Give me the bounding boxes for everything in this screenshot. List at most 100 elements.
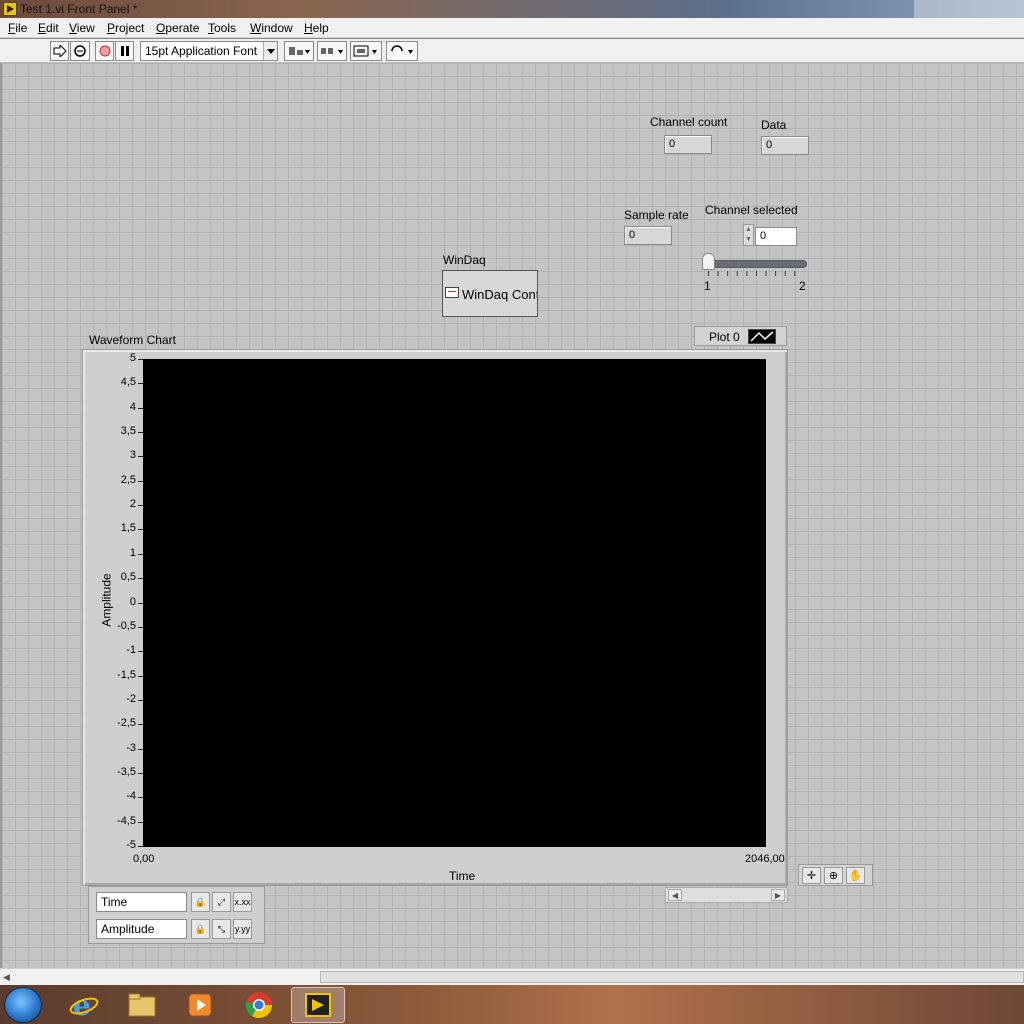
x-scale-name[interactable]: Time	[96, 892, 187, 912]
run-continuously-icon[interactable]	[70, 41, 90, 61]
y-tick-mark	[138, 407, 143, 409]
y-tick-mark	[138, 383, 143, 385]
reorder-icon[interactable]	[386, 41, 418, 61]
y-tick-label: 3	[129, 449, 136, 462]
x-format-icon[interactable]: x.xx	[233, 892, 252, 912]
x-tick-max: 2046,00	[745, 853, 785, 865]
y-tick-mark	[138, 748, 143, 750]
y-tick-label: 2	[129, 498, 136, 511]
y-axis-title: Amplitude	[99, 573, 114, 627]
y-tick-label: 4	[129, 400, 136, 413]
y-tick-label: -3	[126, 741, 136, 754]
y-scale-name[interactable]: Amplitude	[96, 919, 187, 939]
slider-max-label: 2	[799, 279, 806, 293]
channel-slider-track[interactable]	[708, 260, 807, 268]
scroll-left-icon[interactable]: ◀	[3, 972, 10, 983]
channel-slider-thumb[interactable]	[702, 253, 715, 270]
autoscale-x-icon[interactable]: ⤢	[212, 892, 231, 912]
cursor-crosshair-icon[interactable]: ✛	[802, 867, 821, 884]
abort-icon[interactable]	[95, 41, 114, 61]
y-tick-label: -1	[126, 644, 136, 657]
chart-title: Waveform Chart	[89, 333, 176, 347]
menu-tools[interactable]: Tools	[208, 21, 236, 35]
y-tick-mark	[138, 626, 143, 628]
channel-count-label: Channel count	[650, 115, 728, 129]
menu-edit[interactable]: Edit	[38, 21, 59, 35]
windaq-activex-container[interactable]: WinDaq Contr	[442, 270, 538, 317]
plot-legend-name: Plot 0	[709, 330, 740, 344]
resize-objects-icon[interactable]	[350, 41, 382, 61]
pan-hand-icon[interactable]: ✋	[846, 867, 865, 884]
media-player-icon[interactable]	[173, 987, 227, 1023]
channel-selected-control[interactable]: 0	[755, 227, 797, 246]
x-tick-min: 0,00	[133, 853, 155, 865]
menu-help[interactable]: Help	[304, 21, 329, 35]
y-tick-mark	[138, 724, 143, 726]
y-tick-label: 1	[129, 546, 136, 559]
y-tick-label: -2,5	[117, 717, 136, 730]
y-tick-mark	[138, 553, 143, 555]
distribute-objects-icon[interactable]	[317, 41, 347, 61]
menu-bar: File Edit View Project Operate Tools Win…	[0, 18, 1024, 38]
labview-icon[interactable]	[291, 987, 345, 1023]
y-tick-mark	[138, 456, 143, 458]
lock-icon[interactable]: 🔒	[191, 892, 210, 912]
plot-legend[interactable]: Plot 0	[694, 326, 787, 346]
plot-line-icon[interactable]	[748, 329, 776, 344]
internet-explorer-icon[interactable]: e	[57, 987, 111, 1023]
labview-vi-icon	[3, 2, 17, 16]
font-select-value: 15pt Application Font	[145, 44, 258, 58]
window-controls[interactable]	[914, 0, 1024, 18]
y-tick-label: 3,5	[120, 425, 136, 438]
y-tick-mark	[138, 699, 143, 701]
menu-file[interactable]: File	[8, 21, 27, 35]
y-tick-label: -1,5	[117, 668, 136, 681]
run-arrow-icon[interactable]	[50, 41, 69, 61]
y-tick-label: -4	[126, 790, 136, 803]
y-tick-label: -4,5	[117, 814, 136, 827]
y-tick-mark	[138, 602, 143, 604]
scrollbar-thumb[interactable]	[320, 971, 1024, 983]
zoom-icon[interactable]: ⊕	[824, 867, 843, 884]
window-scrollbar[interactable]: ◀	[0, 968, 1024, 985]
scroll-right-icon[interactable]: ▶	[771, 889, 785, 901]
slider-min-label: 1	[704, 279, 711, 293]
font-select[interactable]: 15pt Application Font	[140, 41, 278, 61]
chrome-icon[interactable]	[232, 987, 286, 1023]
y-tick-label: -5	[126, 839, 136, 851]
chart-scrollbar[interactable]: ◀ ▶	[665, 887, 788, 903]
y-tick-label: 5	[129, 352, 136, 364]
pause-icon[interactable]	[115, 41, 134, 61]
y-tick-mark	[138, 821, 143, 823]
y-tick-mark	[138, 675, 143, 677]
data-label: Data	[761, 118, 787, 132]
menu-window[interactable]: Window	[250, 21, 293, 35]
file-explorer-icon[interactable]	[115, 987, 169, 1023]
chevron-down-icon[interactable]	[263, 42, 277, 60]
menu-project[interactable]: Project	[107, 21, 144, 35]
scroll-left-icon[interactable]: ◀	[668, 889, 682, 901]
y-tick-label: 2,5	[120, 473, 136, 486]
lock-icon[interactable]: 🔒	[191, 919, 210, 939]
toolbar: 15pt Application Font	[0, 39, 1024, 63]
menu-view[interactable]: View	[69, 21, 95, 35]
y-tick-label: 4,5	[120, 376, 136, 389]
title-bar: Test 1.vi Front Panel *	[0, 0, 1024, 18]
y-tick-mark	[138, 797, 143, 799]
menu-operate[interactable]: Operate	[156, 21, 199, 35]
y-tick-mark	[138, 480, 143, 482]
start-button[interactable]	[4, 987, 42, 1023]
y-tick-mark	[138, 846, 143, 847]
increment-decrement-icon[interactable]: ▲ ▼	[743, 224, 754, 246]
autoscale-y-icon[interactable]: ⤡	[212, 919, 231, 939]
svg-text:e: e	[73, 990, 91, 1020]
y-tick-label: -3,5	[117, 765, 136, 778]
x-axis-title: Time	[449, 869, 476, 883]
y-format-icon[interactable]: y.yy	[233, 919, 252, 939]
y-tick-label: -2	[126, 692, 136, 705]
graph-palette: ✛ ⊕ ✋	[798, 864, 873, 886]
plot-area[interactable]	[143, 359, 766, 847]
activex-control-icon	[445, 287, 459, 298]
align-objects-icon[interactable]	[284, 41, 314, 61]
taskbar: e	[0, 985, 1024, 1024]
